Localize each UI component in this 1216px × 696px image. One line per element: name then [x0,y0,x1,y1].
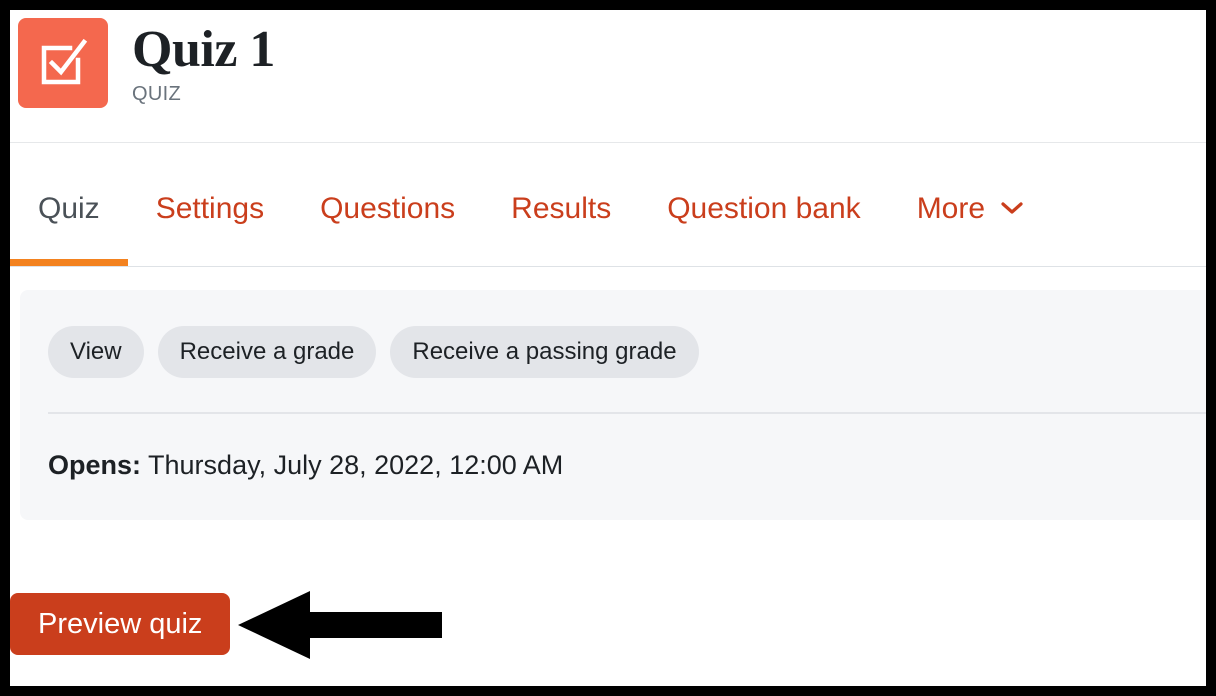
tab-quiz[interactable]: Quiz [10,143,128,266]
opens-value: Thursday, July 28, 2022, 12:00 AM [148,450,564,480]
opens-label: Opens: [48,450,142,480]
activity-header: Quiz 1 QUIZ [10,10,1206,143]
tab-results[interactable]: Results [483,143,639,266]
tab-question-bank[interactable]: Question bank [639,143,888,266]
tab-settings[interactable]: Settings [128,143,292,266]
tab-more[interactable]: More [889,143,1052,266]
completion-requirements: View Receive a grade Receive a passing g… [20,290,1206,412]
preview-quiz-button[interactable]: Preview quiz [10,593,231,655]
completion-pill-receive-a-passing-grade[interactable]: Receive a passing grade [390,326,699,378]
activity-type-label: QUIZ [132,83,181,105]
screenshot-frame: Quiz 1 QUIZ Quiz Settings Questions Resu… [0,0,1216,696]
activity-dates: Opens: Thursday, July 28, 2022, 12:00 AM [20,414,1206,520]
page-title: Quiz 1 [132,21,275,78]
tab-results-label: Results [511,192,612,225]
tab-settings-label: Settings [155,192,265,225]
quiz-checkbox-icon [18,18,108,108]
tab-more-label: More [916,192,986,225]
tab-questions[interactable]: Questions [292,143,483,266]
activity-information-card: View Receive a grade Receive a passing g… [20,290,1206,520]
tab-questions-label: Questions [320,192,456,225]
page-content: Quiz 1 QUIZ Quiz Settings Questions Resu… [10,10,1206,686]
chevron-down-icon [1001,201,1023,215]
tab-list: Quiz Settings Questions Results Question… [10,143,1051,266]
left-pointing-arrow-icon [238,591,448,659]
tab-quiz-label: Quiz [38,192,100,225]
header-text: Quiz 1 QUIZ [132,18,275,106]
tab-question-bank-label: Question bank [667,192,861,225]
completion-pill-receive-a-grade[interactable]: Receive a grade [157,326,377,378]
completion-pill-view[interactable]: View [48,326,144,378]
tab-navigation: Quiz Settings Questions Results Question… [10,143,1206,267]
header-inner: Quiz 1 QUIZ [18,18,275,108]
